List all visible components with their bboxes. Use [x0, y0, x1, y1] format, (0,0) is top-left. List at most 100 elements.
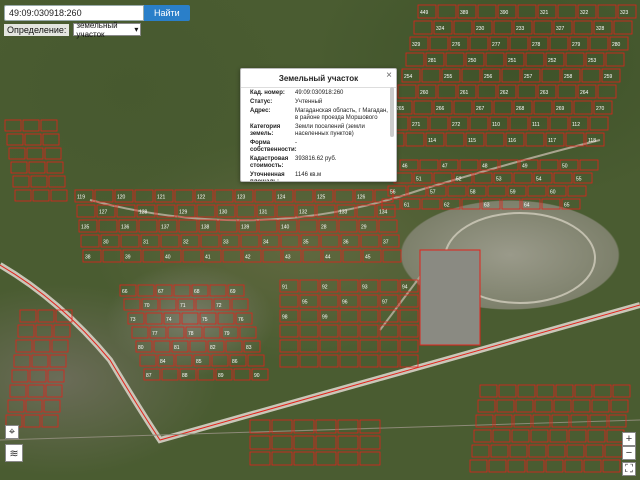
parcel-number: 87 [146, 373, 152, 379]
parcel-number: 53 [496, 177, 502, 183]
parcel-outline [610, 399, 629, 413]
parcel-outline [279, 324, 299, 338]
parcel-outline [447, 185, 467, 197]
parcel-outline [525, 52, 545, 67]
fullscreen-button[interactable]: ⛶ [622, 462, 636, 476]
info-row: Адрес: Магаданская область, г Магадан, в… [250, 108, 388, 122]
parcel-outline [597, 84, 617, 99]
parcel-outline [4, 119, 22, 132]
define-label: Определение: [4, 23, 70, 36]
search-input[interactable] [4, 5, 144, 21]
parcel-number: 261 [460, 90, 469, 96]
parcel-number: 112 [572, 122, 580, 128]
parcel-number: 253 [588, 58, 597, 64]
minus-icon: − [625, 447, 633, 459]
parcel-outline [517, 4, 537, 19]
parcel-outline [453, 20, 473, 35]
parcel-number: 82 [210, 345, 216, 351]
parcel-outline [477, 4, 497, 19]
parcel-number: 89 [218, 373, 224, 379]
parcel-outline [279, 339, 299, 353]
parcel-outline [553, 399, 572, 413]
parcel-outline [17, 324, 35, 338]
parcel-outline [302, 249, 322, 263]
parcel-outline [459, 159, 479, 171]
define-row: Определение: земельный участок ▾ [4, 21, 142, 39]
parcel-number: 262 [500, 90, 509, 96]
parcel-outline [342, 249, 362, 263]
zoom-out-button[interactable]: − [622, 446, 636, 460]
parcel-outline [360, 234, 380, 248]
parcel-outline [233, 368, 251, 381]
parcel-outline [50, 189, 68, 202]
parcel-outline [131, 326, 149, 339]
parcel-outline [315, 435, 337, 450]
parcel-number: 139 [241, 225, 250, 231]
parcel-outline [539, 159, 559, 171]
parcel-outline [557, 84, 577, 99]
parcel-outline [461, 198, 481, 210]
parcel-outline [137, 284, 155, 297]
parcel-outline [299, 309, 319, 323]
parcel-number: 128 [139, 210, 148, 216]
parcel-outline [14, 189, 32, 202]
parcel-outline [319, 339, 339, 353]
search-button[interactable]: Найти [144, 5, 190, 21]
layers-button[interactable]: ≋ [5, 444, 23, 462]
parcel-outline [315, 451, 337, 466]
parcel-outline [160, 234, 180, 248]
close-icon[interactable]: × [386, 71, 392, 81]
parcel-outline [545, 459, 564, 473]
parcel-outline [25, 399, 43, 413]
parcel-outline [399, 339, 419, 353]
parcel-number: 81 [174, 345, 180, 351]
parcel-number: 97 [382, 300, 388, 306]
parcel-outline [498, 384, 517, 398]
parcel-number: 280 [612, 42, 621, 48]
panel-body[interactable]: Кад. номер: 49:09:030918:260 Статус: Учт… [241, 88, 396, 181]
zoom-in-button[interactable]: + [622, 432, 636, 446]
info-value: Магаданская область, г Магадан, в районе… [295, 108, 388, 121]
parcel-outline [182, 249, 202, 263]
define-select[interactable]: земельный участок ▾ [73, 21, 142, 39]
parcel-outline [359, 435, 381, 450]
parcel-outline [612, 384, 631, 398]
parcel-number: 35 [303, 240, 309, 246]
parcel-outline [397, 84, 417, 99]
parcel-number: 328 [596, 26, 605, 32]
parcel-number: 71 [180, 303, 186, 309]
parcel-outline [334, 189, 354, 203]
parcel-outline [511, 429, 530, 443]
parcel-number: 258 [564, 74, 573, 80]
locate-button[interactable]: ⌖ [5, 425, 19, 439]
parcel-outline [28, 161, 46, 174]
parcel-outline [299, 279, 319, 293]
parcel-outline [589, 116, 609, 131]
parcel-outline [605, 52, 625, 67]
info-row: Уточненная площадь: 1146 кв.м [250, 172, 388, 181]
info-row: Форма собственности: - [250, 140, 388, 154]
parcel-number: 264 [580, 90, 589, 96]
parcel-number: 51 [416, 177, 422, 183]
parcel-number: 329 [412, 42, 421, 48]
parcel-number: 233 [516, 26, 525, 32]
parcel-outline [533, 20, 553, 35]
fullscreen-icon: ⛶ [625, 462, 633, 475]
panel-scrollbar[interactable] [390, 87, 394, 137]
parcel-outline [8, 147, 26, 160]
parcel-outline [534, 399, 553, 413]
parcel-outline [378, 219, 398, 233]
parcel-number: 323 [620, 10, 629, 16]
parcel-outline [53, 324, 71, 338]
parcel-outline [339, 279, 359, 293]
parcel-outline [32, 189, 50, 202]
parcel-number: 29 [361, 225, 367, 231]
parcel-number: 95 [302, 300, 308, 306]
parcel-number: 135 [81, 225, 90, 231]
info-value: Земли поселений (земли населенных пункто… [295, 124, 365, 137]
parcel-outline [533, 100, 553, 115]
info-key: Адрес: [250, 108, 271, 114]
parcel-number: 32 [183, 240, 189, 246]
parcel-outline [293, 451, 315, 466]
parcel-number: 47 [442, 164, 448, 170]
